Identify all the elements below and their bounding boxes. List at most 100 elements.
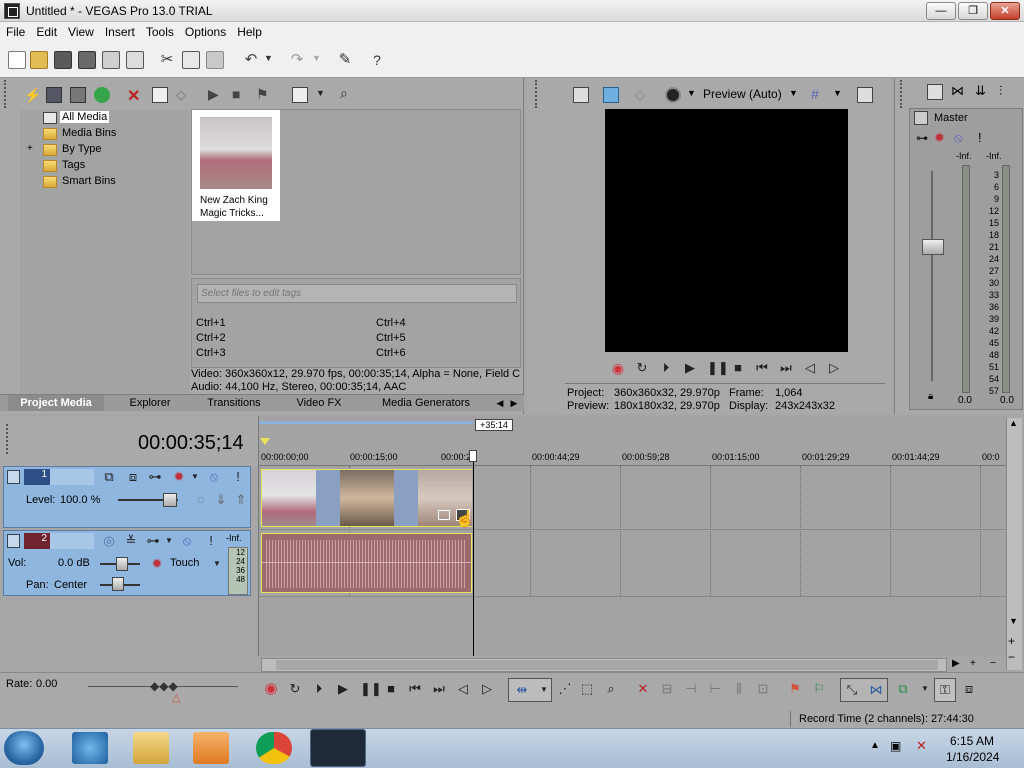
track-name-field[interactable] <box>50 533 94 549</box>
trim-end-icon[interactable]: ⊢ <box>708 682 722 696</box>
copy-snapshot-icon[interactable] <box>857 87 873 103</box>
insert-region-icon[interactable]: ⚐ <box>812 682 826 696</box>
horizontal-scrollbar[interactable] <box>261 658 947 672</box>
menu-file[interactable]: File <box>0 22 30 39</box>
capture-video-icon[interactable] <box>46 87 62 103</box>
clock-date[interactable]: 1/16/2024 <box>946 750 999 764</box>
insert-marker-icon[interactable]: ⚑ <box>788 682 802 696</box>
zoom-out-vertical-icon[interactable]: − <box>1008 650 1015 664</box>
master-pan-icon[interactable]: ⊶ <box>916 131 928 145</box>
scroll-down-icon[interactable]: ▼ <box>1009 616 1018 626</box>
master-mute-icon[interactable]: ⦸ <box>954 130 962 146</box>
track-minimize-icon[interactable] <box>7 534 20 548</box>
dim-output-icon[interactable]: ⇊ <box>975 83 991 99</box>
overlays-dropdown-icon[interactable]: ▼ <box>833 88 849 104</box>
stop-media-icon[interactable]: ■ <box>232 86 248 102</box>
mixer-properties-icon[interactable] <box>927 84 943 100</box>
undo-icon[interactable]: ↶ <box>242 51 260 69</box>
scroll-up-icon[interactable]: ▲ <box>1009 418 1018 428</box>
tree-item-all-media[interactable]: All Media <box>60 111 110 123</box>
envelope-up-icon[interactable]: ⇑ <box>234 493 248 507</box>
delete-icon[interactable]: ✕ <box>636 682 650 696</box>
master-solo-icon[interactable]: ! <box>978 130 982 145</box>
tree-item-media-bins[interactable]: Media Bins <box>62 127 116 139</box>
menu-insert[interactable]: Insert <box>99 22 140 39</box>
solo-icon[interactable]: ! <box>204 534 218 548</box>
loop-playback-icon[interactable]: ↻ <box>288 682 302 696</box>
play-from-start-icon[interactable]: ⏵ <box>659 361 673 375</box>
lock-icon[interactable]: 🔒︎ <box>928 391 933 402</box>
trim-icon[interactable]: ⊟ <box>660 682 674 696</box>
clock-time[interactable]: 6:15 AM <box>950 734 994 748</box>
track-motion-icon[interactable]: ⧉ <box>102 470 116 484</box>
vegas-taskbar-icon[interactable] <box>310 729 366 767</box>
zoom-in-horizontal-icon[interactable]: + <box>970 658 976 669</box>
refresh-icon[interactable] <box>94 87 110 103</box>
save-icon[interactable] <box>54 51 72 69</box>
zoom-out-horizontal-icon[interactable]: − <box>990 658 996 669</box>
preview-quality-dropdown-icon[interactable]: ▼ <box>789 88 805 104</box>
lock-envelopes-icon[interactable]: ⚿ <box>938 683 952 697</box>
make-compositing-child-icon[interactable]: ⊶ <box>148 470 162 484</box>
tab-video-fx[interactable]: Video FX <box>284 395 354 411</box>
mute-icon[interactable]: ⦸ <box>180 534 194 548</box>
master-fader-knob[interactable] <box>922 239 944 255</box>
auto-crossfades-icon[interactable]: ⋈ <box>869 683 883 697</box>
close-button[interactable]: ✕ <box>990 2 1020 20</box>
stop-icon[interactable]: ■ <box>731 361 745 375</box>
automation-mode-icon[interactable]: ✹ <box>150 557 164 571</box>
previous-frame-icon[interactable]: ◁ <box>803 361 817 375</box>
event-pan-crop-icon[interactable] <box>438 510 450 520</box>
track-minimize-icon[interactable] <box>7 470 20 484</box>
menu-help[interactable]: Help <box>231 22 267 39</box>
media-properties-icon[interactable] <box>152 87 168 103</box>
record-icon[interactable]: ◉ <box>264 681 278 696</box>
tab-transitions[interactable]: Transitions <box>196 395 272 411</box>
track-fx-icon[interactable]: ✹ <box>172 470 186 484</box>
tree-item-smart-bins[interactable]: Smart Bins <box>62 175 116 187</box>
chrome-icon[interactable] <box>256 732 292 764</box>
loop-region-bar[interactable] <box>259 421 473 424</box>
tab-project-media[interactable]: Project Media <box>8 395 104 411</box>
menu-tools[interactable]: Tools <box>140 22 179 39</box>
stop-icon[interactable]: ■ <box>384 682 398 696</box>
zoom-in-vertical-icon[interactable]: + <box>1008 634 1015 648</box>
auto-ripple-dropdown-icon[interactable]: ▼ <box>918 682 932 696</box>
cut-icon[interactable]: ✂ <box>158 51 176 69</box>
pan-slider-knob[interactable] <box>112 577 124 591</box>
minimize-button[interactable]: — <box>926 2 956 20</box>
loop-playback-icon[interactable]: ↻ <box>635 361 649 375</box>
preview-quality-label[interactable]: Preview (Auto) <box>703 87 782 101</box>
level-slider-knob[interactable] <box>163 493 177 507</box>
play-from-start-icon[interactable]: ⏵ <box>312 682 326 696</box>
compositing-mode-icon[interactable]: ⧈ <box>126 470 140 484</box>
volume-muted-icon[interactable]: ✕ <box>916 738 927 754</box>
lock-event-icon[interactable]: ⊡ <box>756 682 770 696</box>
tab-scroll-left-icon[interactable]: ◀ <box>494 395 506 411</box>
expand-icon[interactable]: + <box>27 143 33 154</box>
tab-media-generators[interactable]: Media Generators <box>366 395 486 411</box>
audio-event[interactable] <box>261 533 472 593</box>
automation-settings-icon[interactable]: ◌ <box>194 493 208 507</box>
marker-icon[interactable] <box>260 438 270 445</box>
tab-scroll-right-icon[interactable]: ▶ <box>508 395 520 411</box>
maximize-button[interactable]: ❐ <box>958 2 988 20</box>
overlays-icon[interactable]: # <box>811 86 827 102</box>
auto-preview-icon[interactable]: ⚑ <box>256 86 272 102</box>
enable-snapping-icon[interactable]: ⤡ <box>845 683 859 697</box>
views-dropdown-icon[interactable]: ▼ <box>316 88 332 104</box>
ignore-grouping-icon[interactable]: ⧈ <box>962 682 976 696</box>
downmix-icon[interactable]: ⋈ <box>951 83 967 99</box>
media-item[interactable]: New Zach King Magic Tricks... <box>192 110 280 221</box>
split-icon[interactable]: ⫼ <box>732 682 746 696</box>
network-icon[interactable]: ▣ <box>890 739 901 753</box>
track-fx-audio-icon[interactable]: ⊶ <box>146 534 160 548</box>
preview-on-external-monitor-icon[interactable] <box>603 87 619 103</box>
go-to-start-icon[interactable]: ⏮ <box>755 361 769 375</box>
views-icon[interactable] <box>292 87 308 103</box>
pause-icon[interactable]: ❚❚ <box>707 361 729 375</box>
media-player-icon[interactable] <box>193 732 229 764</box>
menu-options[interactable]: Options <box>179 22 231 39</box>
mute-icon[interactable]: ⦸ <box>207 470 221 484</box>
arm-for-record-icon[interactable]: ◎ <box>102 534 116 548</box>
